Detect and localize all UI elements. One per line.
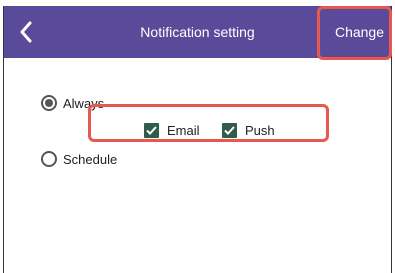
change-highlight-box	[317, 6, 392, 60]
back-button[interactable]	[14, 18, 38, 46]
channels-highlight-box	[88, 104, 329, 142]
radio-schedule-indicator[interactable]	[41, 151, 57, 167]
radio-schedule[interactable]: Schedule	[41, 151, 117, 167]
chevron-left-icon	[20, 21, 32, 43]
radio-schedule-label: Schedule	[63, 151, 118, 167]
radio-always-indicator[interactable]	[41, 95, 57, 111]
